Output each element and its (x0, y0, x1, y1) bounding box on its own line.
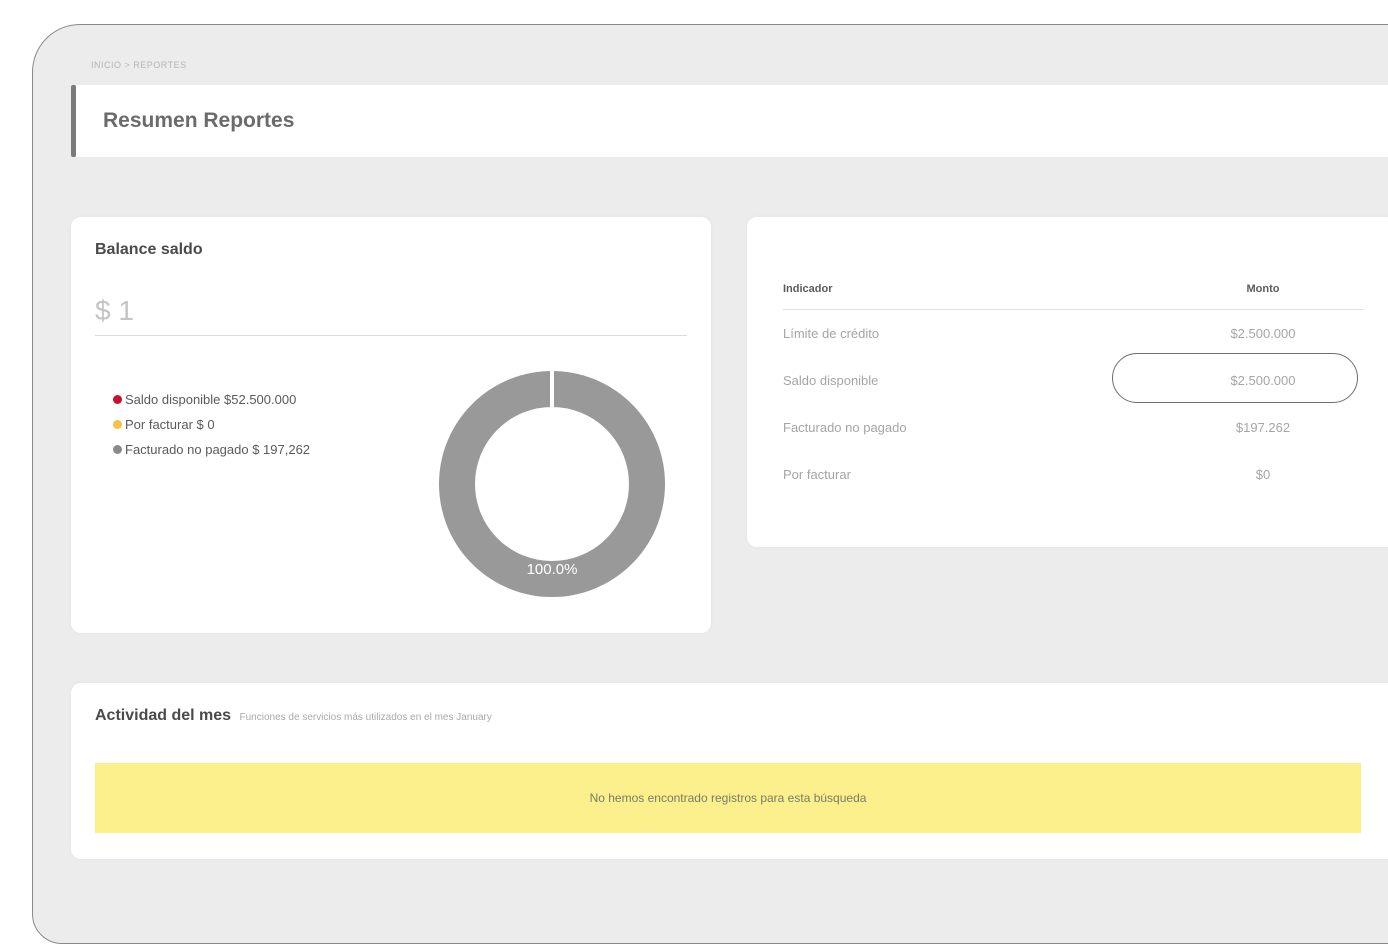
activity-title-text: Actividad del mes (95, 707, 232, 724)
breadcrumb[interactable]: INICIO > REPORTES (91, 60, 187, 70)
donut-ring (439, 371, 665, 597)
empty-results-banner: No hemos encontrado registros para esta … (95, 763, 1361, 833)
header-indicator: Indicador (783, 269, 1163, 310)
row-label: Por facturar (783, 467, 851, 482)
legend-dot-yellow-icon (113, 420, 122, 429)
donut-percent-label: 100.0% (527, 561, 578, 578)
activity-title: Actividad del mes Funciones de servicios… (95, 707, 492, 725)
legend-dot-gray-icon (113, 445, 122, 454)
highlight-annotation-oval (1112, 353, 1358, 403)
chart-legend: Saldo disponible $52.500.000 Por factura… (113, 387, 310, 462)
table-row: Facturado no pagado $197.262 (783, 404, 1363, 451)
table-row: Límite de crédito $2.500.000 (783, 310, 1363, 358)
legend-item-facturado-no-pagado: Facturado no pagado $ 197,262 (113, 437, 310, 462)
legend-label: Facturado no pagado $ 197,262 (125, 442, 311, 457)
legend-label: Saldo disponible $52.500.000 (125, 392, 297, 407)
indicators-card: Indicador Monto Límite de crédito $2.500… (747, 217, 1388, 547)
balance-donut-chart: 100.0% (439, 369, 665, 597)
legend-label: Por facturar $ 0 (125, 417, 215, 432)
empty-results-message: No hemos encontrado registros para esta … (589, 791, 867, 805)
legend-dot-red-icon (113, 395, 122, 404)
title-accent-bar (71, 85, 76, 157)
header-amount: Monto (1162, 269, 1363, 310)
row-value: $2.500.000 (1230, 326, 1296, 341)
balance-amount-input[interactable] (95, 291, 687, 336)
legend-item-saldo-disponible: Saldo disponible $52.500.000 (113, 387, 310, 412)
row-value: $197.262 (1235, 420, 1291, 435)
activity-subtitle: Funciones de servicios más utilizados en… (239, 712, 492, 723)
row-label: Facturado no pagado (783, 420, 907, 435)
row-value: $0 (1255, 467, 1271, 482)
row-label: Límite de crédito (783, 326, 880, 341)
balance-card: Balance saldo Saldo disponible $52.500.0… (71, 217, 711, 633)
page-title: Resumen Reportes (103, 109, 295, 132)
legend-item-por-facturar: Por facturar $ 0 (113, 412, 310, 437)
activity-card: Actividad del mes Funciones de servicios… (71, 683, 1388, 859)
row-label: Saldo disponible (783, 373, 879, 388)
balance-title: Balance saldo (95, 241, 203, 258)
table-row: Por facturar $0 (783, 451, 1363, 498)
table-header-row: Indicador Monto (783, 269, 1363, 310)
app-frame: INICIO > REPORTES Resumen Reportes Balan… (32, 24, 1388, 944)
